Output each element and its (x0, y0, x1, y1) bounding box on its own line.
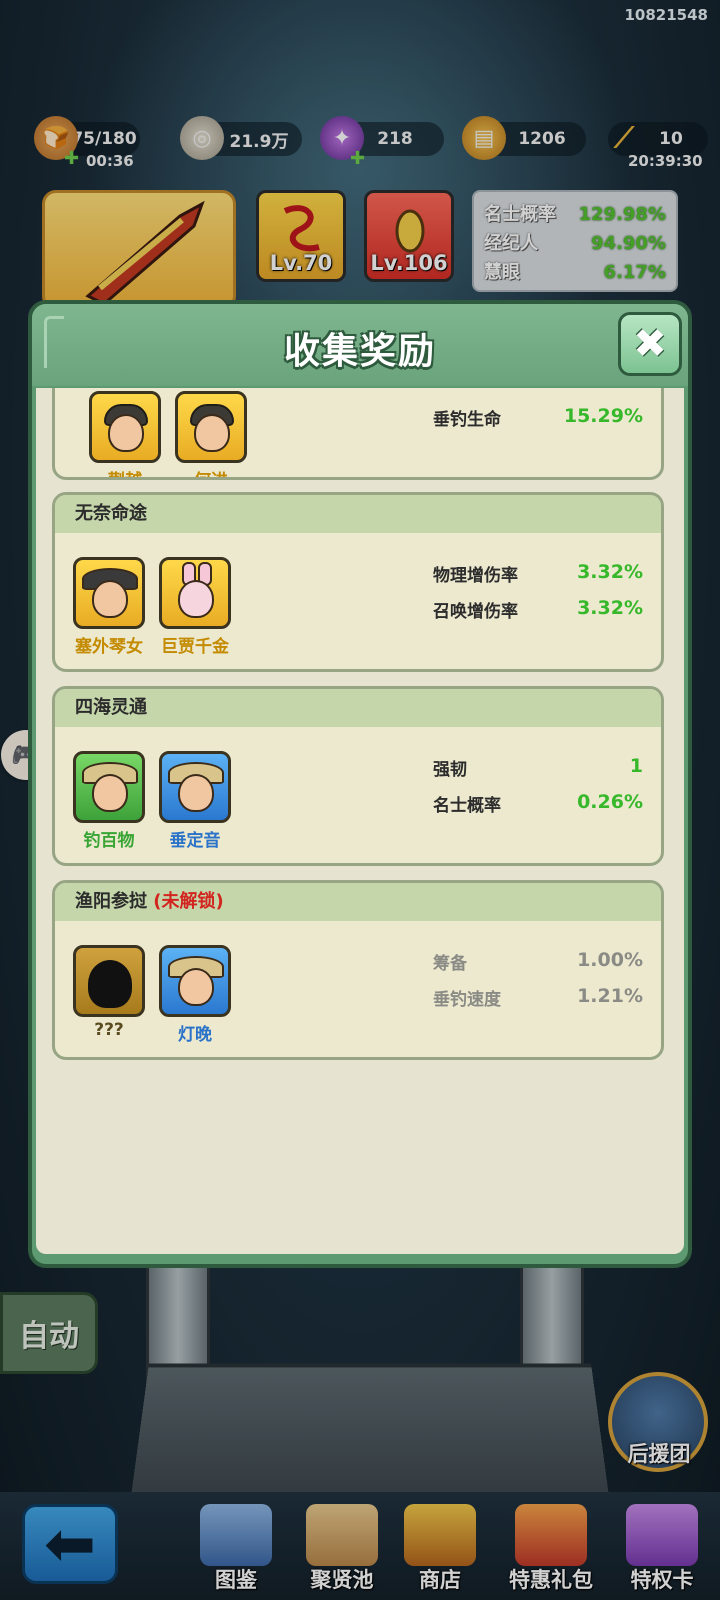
hero-portrait (159, 751, 231, 823)
bonus-row: 名士概率 0.26% (433, 791, 643, 816)
hero-name: ??? (94, 1020, 124, 1040)
modal-title: 收集奖励 (283, 331, 436, 372)
hero-portrait-unknown (73, 945, 145, 1017)
hero-portrait (159, 945, 231, 1017)
hero-name: 蒯越 (89, 466, 161, 477)
hero-portrait (73, 751, 145, 823)
reward-list[interactable]: 蒯越 何进 垂钓生命 15.29% 无奈命途 塞外琴女 巨贾千金 物理增伤率 3… (36, 388, 684, 1254)
close-button[interactable]: ✖ (618, 312, 682, 376)
hero-name: 钓百物 (83, 831, 135, 851)
hero-portrait (89, 391, 161, 463)
reward-set-card: 四海灵通 钓百物 垂定音 强韧 1 名士概率 0.26% (52, 686, 664, 866)
hero-slot[interactable]: 钓百物 (73, 751, 145, 851)
reward-set-card: 无奈命途 塞外琴女 巨贾千金 物理增伤率 3.32% 召唤增伤率 3.32% (52, 492, 664, 672)
hero-portrait (159, 557, 231, 629)
bonus-row: 垂钓生命 15.29% (433, 405, 643, 430)
hero-slot[interactable]: 蒯越 (89, 391, 161, 477)
hero-name: 巨贾千金 (161, 637, 229, 657)
reward-set-card: 渔阳参挝 (未解锁) ??? 灯晚 筹备 1.00% 垂钓速度 1.21% (52, 880, 664, 1060)
hero-slot[interactable]: 塞外琴女 (73, 557, 145, 657)
bonus-row: 强韧 1 (433, 755, 643, 780)
bonus-row: 筹备 1.00% (433, 949, 643, 974)
set-title: 无奈命途 (55, 495, 661, 533)
set-name: 渔阳参挝 (75, 891, 147, 912)
locked-badge: (未解锁) (153, 891, 224, 912)
bonus-row: 垂钓速度 1.21% (433, 985, 643, 1010)
hero-slot[interactable]: 灯晚 (159, 945, 231, 1045)
hero-portrait (73, 557, 145, 629)
set-title: 四海灵通 (55, 689, 661, 727)
hero-portrait (175, 391, 247, 463)
hero-name: 何进 (175, 466, 247, 477)
bonus-row: 物理增伤率 3.32% (433, 561, 643, 586)
bonus-row: 召唤增伤率 3.32% (433, 597, 643, 622)
reward-set-card: 蒯越 何进 垂钓生命 15.29% (52, 388, 664, 480)
hero-name: 塞外琴女 (75, 637, 143, 657)
hero-slot[interactable]: 何进 (175, 391, 247, 477)
close-icon: ✖ (633, 321, 667, 367)
hero-name: 垂定音 (169, 831, 221, 851)
hero-slot[interactable]: 巨贾千金 (159, 557, 231, 657)
hero-slot[interactable]: ??? (73, 945, 145, 1040)
hero-name: 灯晚 (178, 1025, 212, 1045)
hero-slot[interactable]: 垂定音 (159, 751, 231, 851)
set-title: 渔阳参挝 (未解锁) (55, 883, 661, 921)
